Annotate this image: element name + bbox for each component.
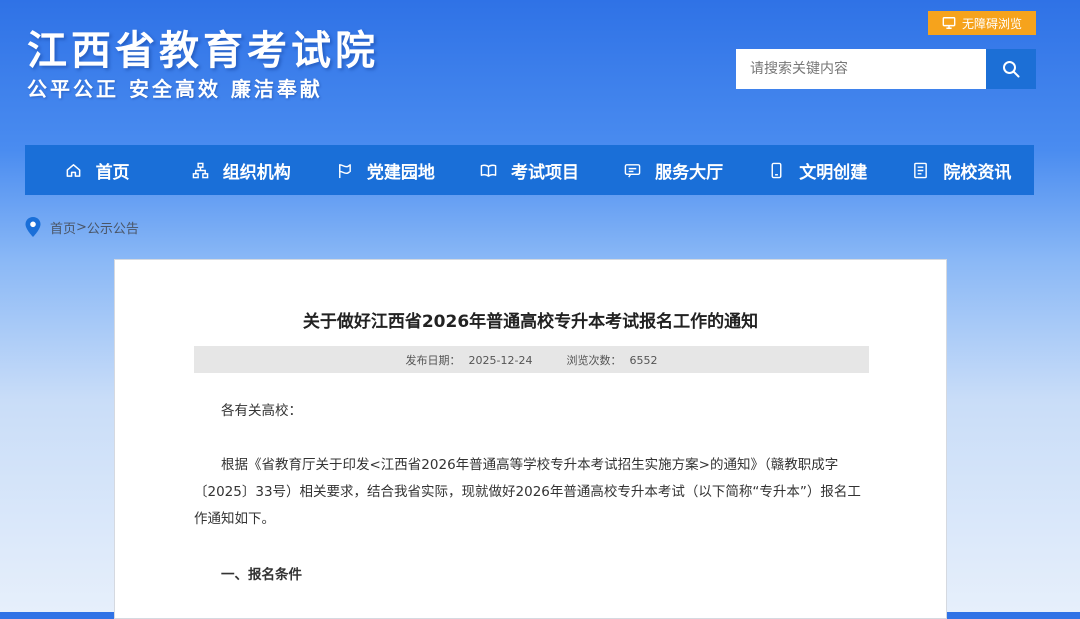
service-icon: [624, 163, 641, 178]
org-chart-icon: [192, 162, 208, 178]
monitor-icon: [942, 17, 956, 29]
search-input[interactable]: [736, 49, 986, 89]
breadcrumb-home-link[interactable]: 首页: [50, 218, 76, 237]
main-nav: 首页 组织机构 党建园地 考试项目 服务大厅 文明创建 院校资讯: [25, 145, 1034, 195]
publish-date-info: 发布日期： 2025-12-24: [406, 352, 533, 368]
nav-label: 组织机构: [222, 162, 291, 183]
party-icon: [338, 163, 351, 178]
search-box: [736, 49, 1036, 89]
search-button[interactable]: [986, 49, 1036, 89]
breadcrumb-separator: >: [76, 219, 87, 235]
publish-date: 2025-12-24: [468, 353, 533, 367]
accessibility-label: 无障碍浏览: [961, 16, 1022, 31]
nav-item-news[interactable]: 院校资讯: [890, 145, 1034, 195]
view-count-info: 浏览次数： 6552: [566, 352, 657, 368]
article-body: 各有关高校： 根据《省教育厅关于印发<江西省2026年普通高等学校专升本考试招生…: [194, 398, 869, 589]
nav-label: 党建园地: [366, 162, 435, 183]
book-icon: [480, 163, 497, 177]
nav-item-party[interactable]: 党建园地: [313, 145, 457, 195]
nav-label: 文明创建: [799, 162, 868, 183]
nav-item-exams[interactable]: 考试项目: [457, 145, 601, 195]
home-icon: [66, 163, 80, 177]
nav-item-services[interactable]: 服务大厅: [602, 145, 746, 195]
document-icon: [914, 162, 928, 178]
article-panel: 关于做好江西省2026年普通高校专升本考试报名工作的通知 发布日期： 2025-1…: [114, 259, 947, 619]
location-pin-icon: [25, 217, 41, 237]
view-count-label: 浏览次数：: [566, 353, 622, 367]
article-paragraph: 根据《省教育厅关于印发<江西省2026年普通高等学校专升本考试招生实施方案>的通…: [194, 457, 861, 527]
nav-label: 院校资讯: [943, 162, 1012, 183]
breadcrumb-current-link[interactable]: 公示公告: [87, 218, 139, 237]
breadcrumb: 首页 > 公示公告: [24, 216, 139, 238]
nav-label: 考试项目: [510, 162, 579, 183]
nav-label: 服务大厅: [655, 162, 724, 183]
mobile-icon: [771, 162, 782, 178]
site-motto: 公平公正 安全高效 廉洁奉献: [27, 77, 323, 101]
article-title: 关于做好江西省2026年普通高校专升本考试报名工作的通知: [302, 312, 759, 332]
view-count: 6552: [629, 353, 658, 367]
site-title: 江西省教育考试院: [27, 28, 379, 74]
search-icon: [1003, 61, 1020, 78]
nav-item-civilization[interactable]: 文明创建: [746, 145, 890, 195]
nav-item-home[interactable]: 首页: [25, 145, 169, 195]
publish-date-label: 发布日期：: [405, 353, 461, 367]
nav-item-organization[interactable]: 组织机构: [169, 145, 313, 195]
nav-label: 首页: [95, 162, 130, 183]
article-meta: 发布日期： 2025-12-24 浏览次数： 6552: [194, 346, 869, 373]
article-salutation: 各有关高校：: [221, 403, 302, 419]
accessibility-button[interactable]: 无障碍浏览: [928, 11, 1036, 35]
section-heading: 一、报名条件: [221, 567, 302, 583]
